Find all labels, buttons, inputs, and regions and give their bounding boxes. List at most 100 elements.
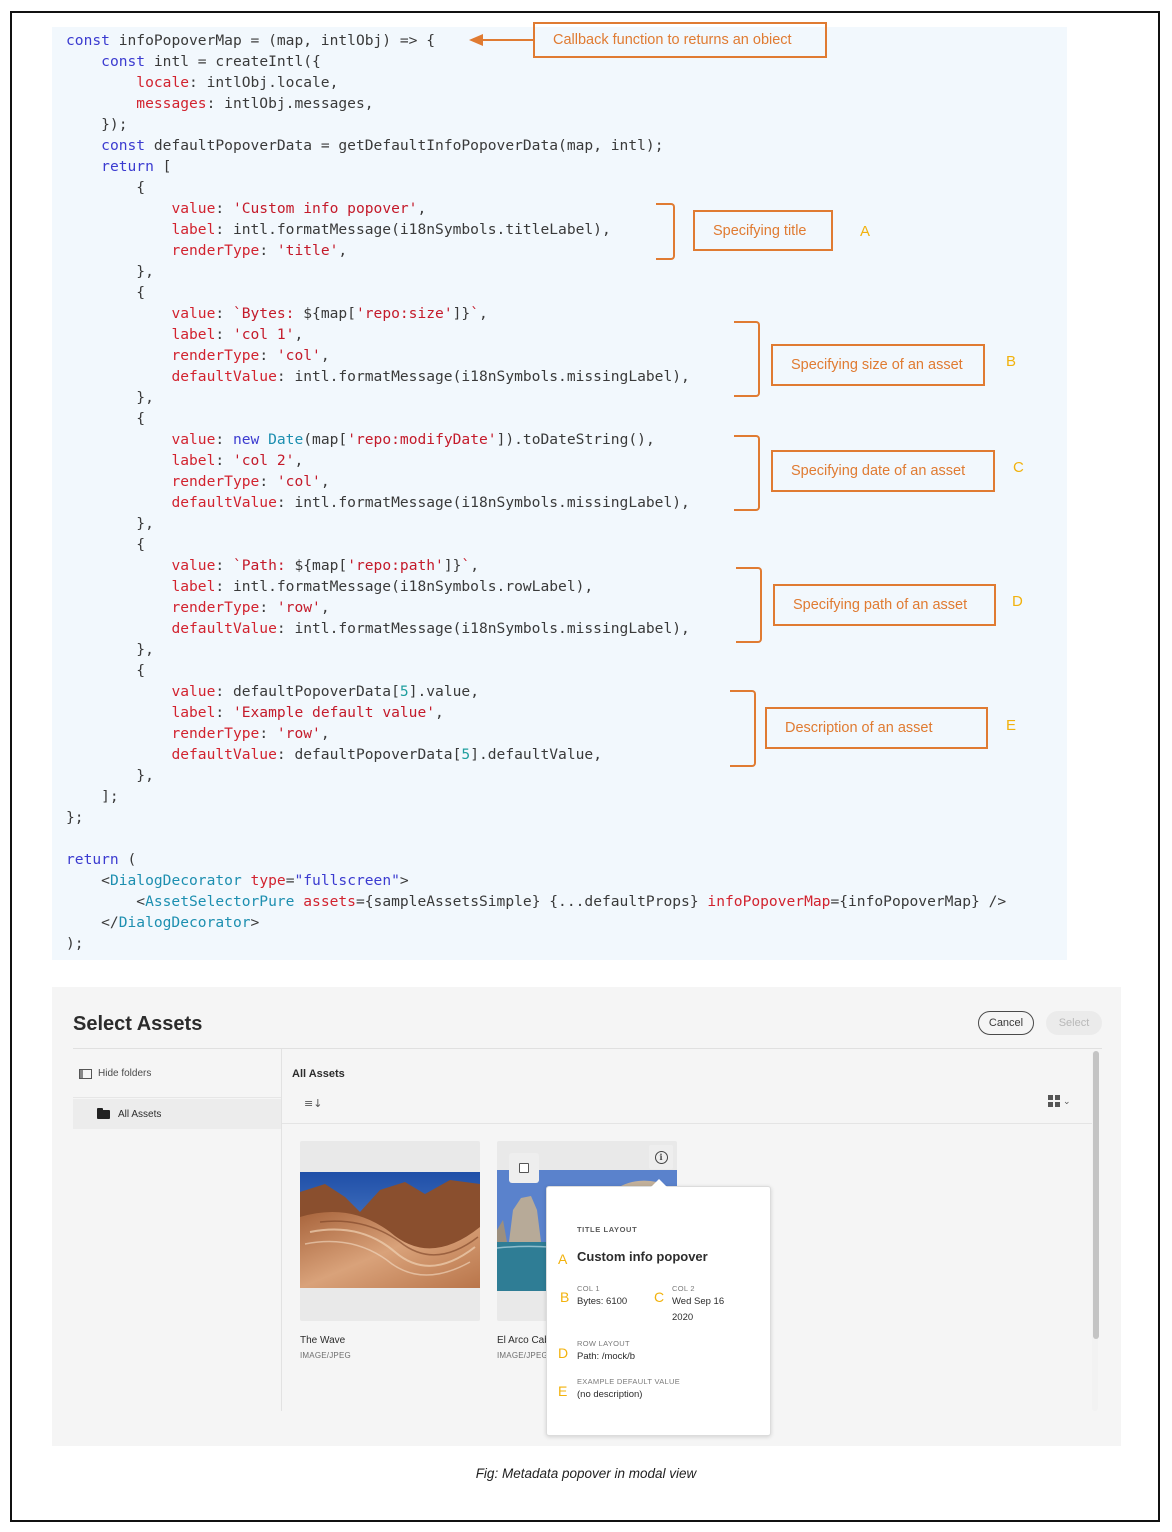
code-line: { [66,660,1006,681]
code-token-txt: , [338,242,348,259]
annotation-callback-text: Callback function to returns an obiect [553,32,792,48]
code-token-txt: : [215,557,233,574]
asset-name: The Wave [300,1335,346,1346]
code-line: }, [66,639,1006,660]
select-button[interactable]: Select [1046,1011,1102,1035]
folder-item-all-assets[interactable]: All Assets [73,1099,281,1129]
annotation-c-text: Specifying date of an asset [791,463,966,479]
annotation-d-text: Specifying path of an asset [793,597,968,613]
code-token-txt: }, [66,515,154,532]
col2-label: COL 2 [672,1284,695,1293]
code-line: }, [66,387,1006,408]
example-default-label: EXAMPLE DEFAULT VALUE [577,1377,681,1386]
asset-card[interactable]: The Wave IMAGE/JPEG [300,1141,480,1360]
scrollbar-thumb[interactable] [1093,1051,1099,1339]
code-token-txt: : [215,431,233,448]
code-token-txt: : [215,452,233,469]
popover-letter-b: B [560,1289,570,1305]
code-token-tag: Date [268,431,304,448]
popover-letter-e: E [558,1383,568,1399]
figure-caption: Fig: Metadata popover in modal view [475,1466,697,1481]
code-token-txt: : intl.formatMessage(i18nSymbols.missing… [276,620,690,637]
sort-icon[interactable]: ≡↓ [304,1097,322,1110]
code-token-prop: defaultValue [171,746,277,763]
code-line: }); [66,114,1006,135]
content-divider [282,1123,1094,1124]
code-token-prop: renderType [171,347,260,364]
modal-title: Select Assets [73,1013,203,1035]
code-token-txt: , [320,725,330,742]
annotation-a-letter: A [860,223,871,240]
code-token-prop: value [171,557,216,574]
code-token-str: 'col 2' [232,452,295,469]
code-line: const defaultPopoverData = getDefaultInf… [66,135,1006,156]
code-token-tag: DialogDecorator [118,914,251,931]
info-button[interactable]: i [649,1145,673,1169]
code-token-prop: value [171,431,216,448]
code-token-str: 'repo:path' [347,557,444,574]
code-token-txt: }, [66,641,154,658]
code-token-prop: label [171,221,216,238]
code-token-txt: : [259,347,277,364]
code-token-txt: , [470,557,480,574]
cancel-button[interactable]: Cancel [978,1011,1034,1035]
hide-folders-button[interactable]: Hide folders [79,1068,151,1079]
code-line: { [66,534,1006,555]
code-token-txt: : [215,704,233,721]
code-token-txt: : intl.formatMessage(i18nSymbols.missing… [276,368,690,385]
annotation-e-text: Description of an asset [785,720,933,736]
code-token-kw: "fullscreen" [294,872,400,889]
code-token-str: `Bytes: [232,305,304,322]
annotation-b-letter: B [1006,353,1017,370]
code-line: messages: intlObj.messages, [66,93,1006,114]
code-token-txt: ].defaultValue, [470,746,602,763]
code-token-txt: ${map[ [294,557,348,574]
code-token-prop: type [250,872,286,889]
bracket-d [736,567,762,643]
code-token-txt: }); [66,116,128,133]
sidebar-divider [73,1097,281,1098]
code-token-txt: defaultPopoverData = getDefaultInfoPopov… [145,137,664,154]
code-panel: const infoPopoverMap = (map, intlObj) =>… [52,27,1067,960]
popover-letter-d: D [558,1345,569,1361]
annotation-b-text: Specifying size of an asset [791,357,963,373]
code-token-txt: : [259,599,277,616]
code-line: value: `Bytes: ${map['repo:size']}`, [66,303,1006,324]
code-line: value: `Path: ${map['repo:path']}`, [66,555,1006,576]
code-line: <DialogDecorator type="fullscreen"> [66,870,1006,891]
view-toggle-button[interactable]: ⌄ [1048,1095,1071,1107]
code-line: { [66,282,1006,303]
code-token-txt: infoPopoverMap = (map, intlObj) => { [109,32,436,49]
annotation-e-letter: E [1006,717,1017,734]
code-token-txt: , [320,347,330,364]
code-token-str: ` [461,557,471,574]
annotation-callback: Callback function to returns an obiect [533,22,827,58]
code-token-txt: { [66,410,146,427]
folder-label: All Assets [118,1108,162,1120]
content-title: All Assets [292,1068,345,1080]
code-line: { [66,408,1006,429]
popover-letter-a: A [558,1251,568,1267]
select-checkbox[interactable] [509,1153,539,1183]
code-token-prop: locale [136,74,190,91]
code-token-txt: ={infoPopoverMap} /> [830,893,1007,910]
code-token-prop: defaultValue [171,494,277,511]
col1-label: COL 1 [577,1284,600,1293]
code-token-txt: </ [66,914,119,931]
code-token-prop: renderType [171,599,260,616]
annotation-a-text: Specifying title [713,222,807,239]
annotation-e: Description of an asset [765,707,988,749]
code-token-txt: : [259,473,277,490]
code-token-txt: ]} [452,305,471,322]
code-token-txt: : defaultPopoverData[ [215,683,400,700]
hide-folders-label: Hide folders [98,1068,152,1079]
code-token-txt: (map[ [303,431,348,448]
code-token-str: 'repo:size' [355,305,453,322]
code-token-txt: ].value, [408,683,479,700]
